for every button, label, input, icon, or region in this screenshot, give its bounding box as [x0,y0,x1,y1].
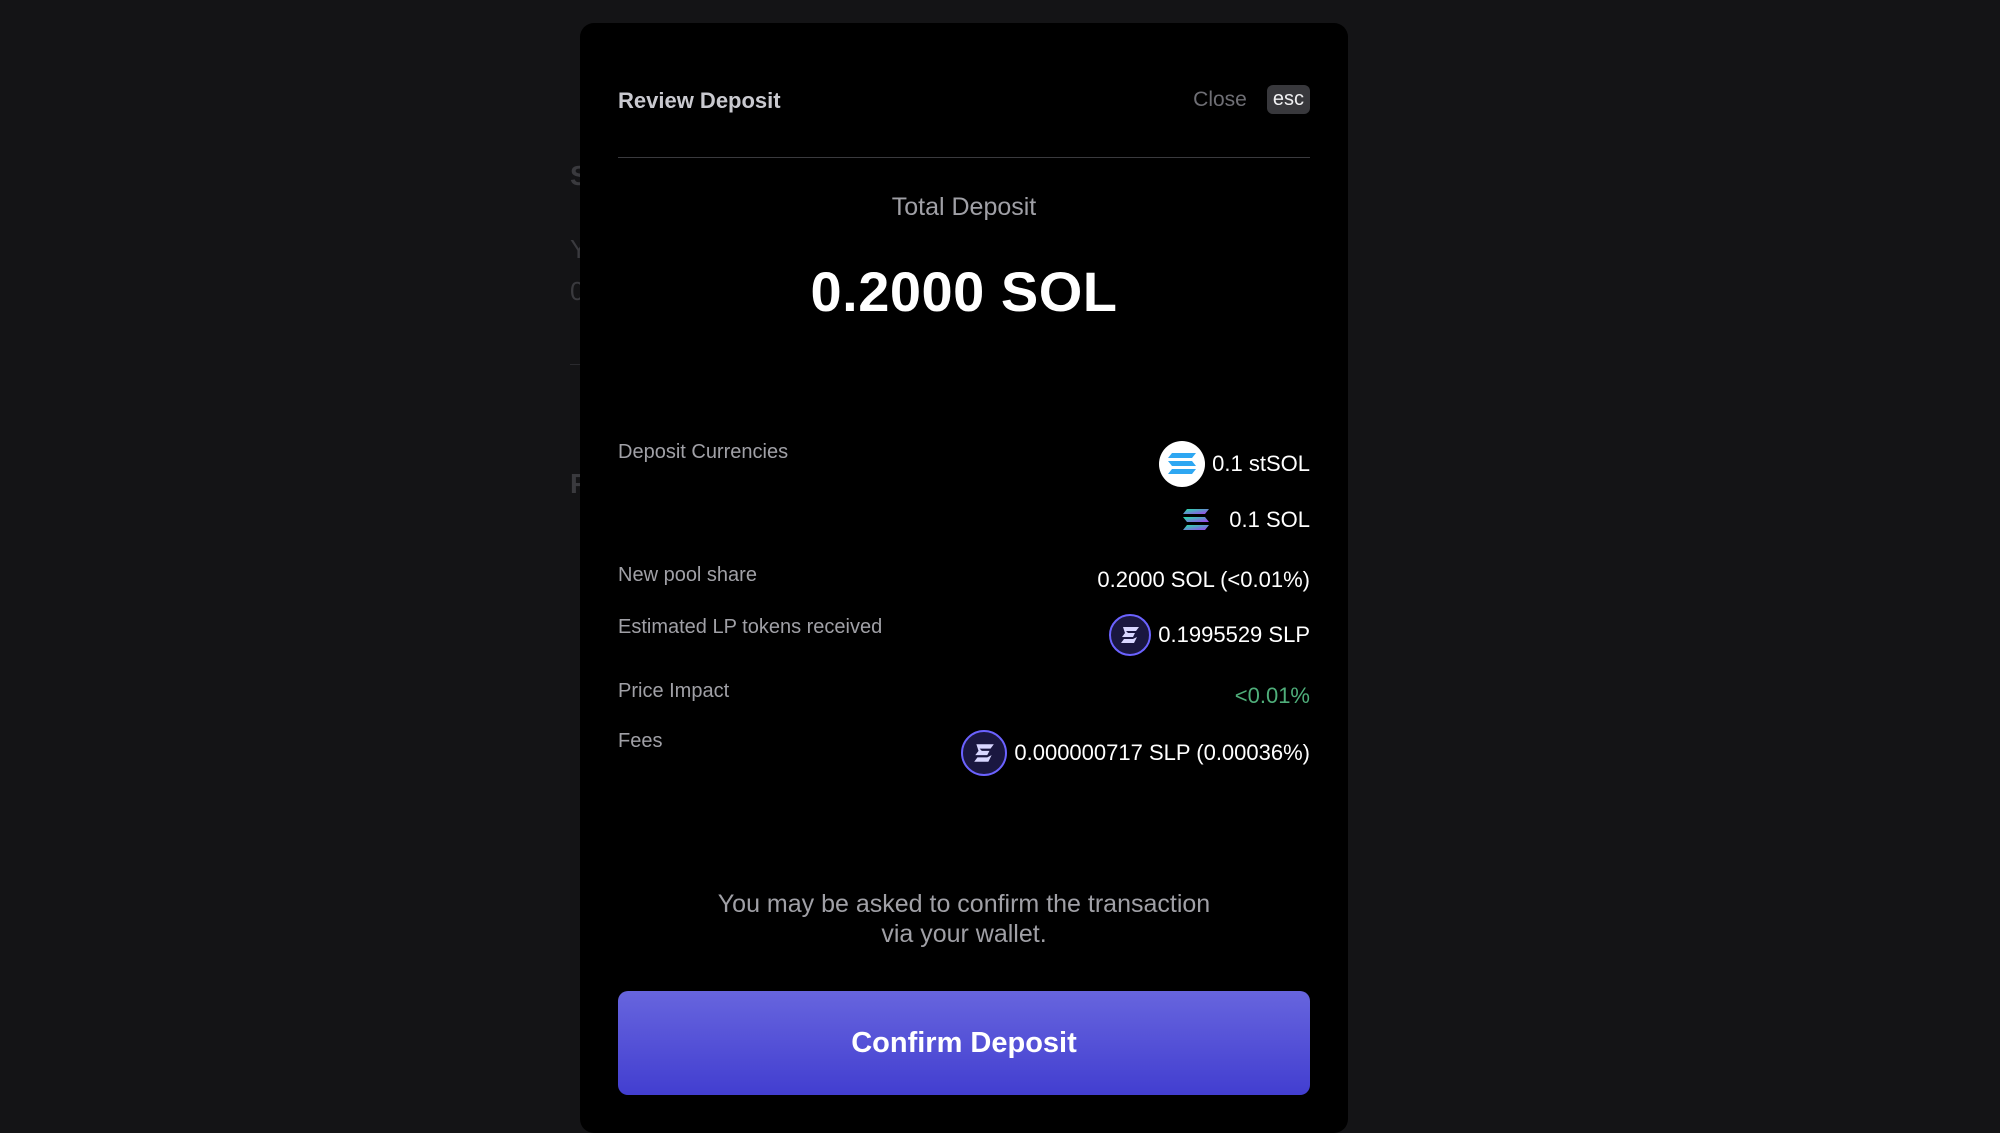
total-deposit-label: Total Deposit [891,193,1037,221]
slp-icon [1109,614,1152,656]
modal-header: Review Deposit Close esc [618,63,1310,158]
sol-icon [1182,508,1210,532]
note-line-2: via your wallet. [881,920,1047,948]
price-impact-text: <0.01% [1234,683,1310,708]
fees-amount: 0.000000717 SLP (0.00036%) [1014,740,1310,765]
price-impact-label: Price Impact [618,680,730,702]
confirm-deposit-button[interactable]: Confirm Deposit [618,991,1310,1095]
deposit-currency-stsol-amount: 0.1 stSOL [1212,451,1310,476]
review-deposit-modal: Review Deposit Close esc Total Deposit 0… [580,23,1348,1133]
estimated-lp-value: 0.1995529 SLP [1109,614,1310,656]
fees-value: 0.000000717 SLP (0.00036%) [961,730,1310,776]
modal-title: Review Deposit [618,88,781,113]
close-control[interactable]: Close esc [1193,85,1310,114]
new-pool-share-value: 0.2000 SOL (<0.01%) [1097,567,1310,593]
deposit-currency-stsol: 0.1 stSOL [1159,441,1310,487]
deposit-currency-sol: 0.1 SOL [1182,507,1310,533]
price-impact-value: <0.01% [1235,683,1310,709]
esc-key-hint: esc [1266,85,1310,114]
wallet-confirm-note: You may be asked to confirm the transact… [580,889,1348,949]
close-button[interactable]: Close [1193,88,1247,112]
stsol-icon [1159,441,1206,487]
deposit-currencies-label: Deposit Currencies [618,441,789,463]
estimated-lp-label: Estimated LP tokens received [618,616,883,638]
note-line-1: You may be asked to confirm the transact… [717,890,1211,918]
total-deposit-value: 0.2000 SOL [810,260,1118,323]
new-pool-share-text: 0.2000 SOL (<0.01%) [1097,567,1310,592]
estimated-lp-amount: 0.1995529 SLP [1158,622,1310,647]
new-pool-share-label: New pool share [618,564,757,586]
deposit-currency-sol-amount: 0.1 SOL [1229,507,1310,532]
fees-label: Fees [618,730,663,752]
slp-icon [961,730,1008,776]
